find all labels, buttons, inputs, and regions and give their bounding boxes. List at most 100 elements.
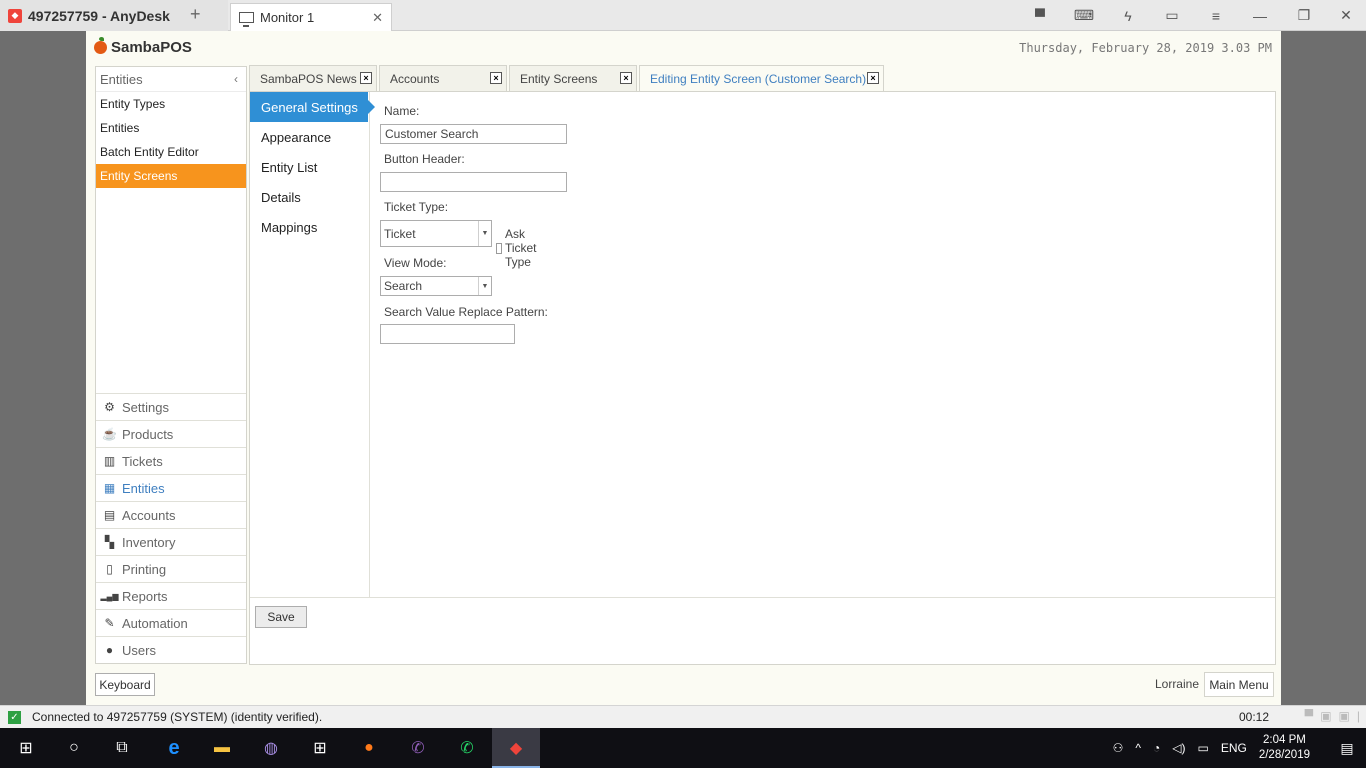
new-tab-button[interactable]: + xyxy=(190,4,201,25)
close-icon[interactable]: × xyxy=(867,72,879,84)
tab-sambapos-news[interactable]: SambaPOS News × xyxy=(249,65,377,91)
anydesk-session-label: 497257759 - AnyDesk xyxy=(28,7,170,24)
system-tray: ⚇ ^ ◔ ◁) ▭ ENG 2:04 PM 2/28/2019 ▤ xyxy=(1113,728,1366,768)
nav-tickets[interactable]: ▥ Tickets xyxy=(96,447,246,474)
brand: SambaPOS xyxy=(94,37,192,56)
clock-time: 2:04 PM xyxy=(1263,734,1306,746)
save-button[interactable]: Save xyxy=(255,606,307,628)
tab-label: SambaPOS News xyxy=(260,71,357,86)
nav-settings[interactable]: ⚙ Settings xyxy=(96,393,246,420)
close-icon[interactable]: × xyxy=(620,72,632,84)
section-mappings[interactable]: Mappings xyxy=(250,212,369,242)
ticket-type-value: Ticket xyxy=(384,226,416,241)
lock-icon[interactable]: ▣ xyxy=(1339,709,1350,723)
close-window-button[interactable]: ✕ xyxy=(1326,0,1366,31)
chevron-up-icon[interactable]: ^ xyxy=(1135,741,1141,755)
monitor-tab[interactable]: Monitor 1 ✕ xyxy=(230,3,392,31)
close-tab-icon[interactable]: ✕ xyxy=(372,10,383,26)
section-general-settings[interactable]: General Settings xyxy=(250,92,375,122)
calculator-icon: ▤ xyxy=(103,508,116,522)
close-icon[interactable]: × xyxy=(490,72,502,84)
sidebar-item-entities[interactable]: Entities xyxy=(96,116,246,140)
section-label: Mappings xyxy=(261,219,318,235)
display-icon[interactable]: ▭ xyxy=(1150,0,1194,31)
nav-inventory[interactable]: ▚ Inventory xyxy=(96,528,246,555)
section-appearance[interactable]: Appearance xyxy=(250,122,369,152)
maximize-button[interactable]: ❐ xyxy=(1282,0,1326,31)
button-header-field[interactable] xyxy=(380,172,567,192)
nav-reports[interactable]: ▂▄▆ Reports xyxy=(96,582,246,609)
sidebar-title: Entities xyxy=(100,71,143,87)
nav-products[interactable]: ☕ Products xyxy=(96,420,246,447)
wifi-icon[interactable]: ◔ xyxy=(1153,741,1160,755)
ticket-type-select[interactable]: Ticket ▼ xyxy=(380,220,492,247)
store-icon[interactable]: ⊞ xyxy=(296,728,344,768)
tor-browser-icon[interactable]: ◍ xyxy=(247,728,295,768)
view-mode-select[interactable]: Search ▼ xyxy=(380,276,492,296)
main-nav: ⚙ Settings ☕ Products ▥ Tickets ▦ Entiti… xyxy=(96,393,246,663)
task-view-icon[interactable]: ⧉ xyxy=(98,728,146,768)
pencil-icon: ✎ xyxy=(104,616,115,630)
nav-printing[interactable]: ▯ Printing xyxy=(96,555,246,582)
tab-accounts[interactable]: Accounts × xyxy=(379,65,507,91)
firefox-icon[interactable]: ● xyxy=(345,728,393,768)
tickets-icon: ▥ xyxy=(103,454,116,468)
volume-icon[interactable]: ◁) xyxy=(1172,741,1185,755)
tab-label: Editing Entity Screen (Customer Search) xyxy=(650,72,867,86)
clock[interactable]: 2:04 PM 2/28/2019 xyxy=(1259,733,1310,763)
section-entity-list[interactable]: Entity List xyxy=(250,152,369,182)
sidebar-item-entity-types[interactable]: Entity Types xyxy=(96,92,246,116)
language-indicator[interactable]: ENG xyxy=(1221,741,1247,755)
tab-entity-screens[interactable]: Entity Screens × xyxy=(509,65,637,91)
section-details[interactable]: Details xyxy=(250,182,369,212)
nav-users[interactable]: ● Users xyxy=(96,636,246,663)
chevron-down-icon: ▼ xyxy=(478,277,491,295)
brand-name: SambaPOS xyxy=(111,39,192,56)
monitor-icon xyxy=(239,12,254,27)
viber-icon[interactable]: ✆ xyxy=(394,728,442,768)
battery-icon[interactable]: ▭ xyxy=(1197,741,1208,755)
nav-entities[interactable]: ▦ Entities xyxy=(96,474,246,501)
file-explorer-icon[interactable]: ▬ xyxy=(198,728,246,768)
actions-icon[interactable]: ϟ xyxy=(1106,0,1150,31)
status-icons: ▀ ▣ ▣ | xyxy=(1305,709,1360,723)
people-icon[interactable]: ⚇ xyxy=(1113,741,1124,755)
lock-icon[interactable]: ▣ xyxy=(1320,709,1331,723)
collapse-icon[interactable]: ‹ xyxy=(234,72,238,86)
nav-label: Automation xyxy=(122,615,188,631)
menu-icon[interactable]: ≡ xyxy=(1194,0,1238,31)
nav-label: Printing xyxy=(122,561,167,577)
anydesk-taskbar-icon[interactable]: ◆ xyxy=(492,728,540,768)
search-icon[interactable]: ○ xyxy=(50,728,98,768)
search-pattern-field[interactable] xyxy=(380,324,515,344)
remote-desktop: SambaPOS Thursday, February 28, 2019 3.0… xyxy=(0,31,1366,705)
tab-editing-entity-screen[interactable]: Editing Entity Screen (Customer Search) … xyxy=(639,65,884,92)
nav-accounts[interactable]: ▤ Accounts xyxy=(96,501,246,528)
anydesk-toolbar: ▀ ⌨ ϟ ▭ ≡ — ❐ ✕ xyxy=(1018,0,1366,31)
header-datetime: Thursday, February 28, 2019 3.03 PM xyxy=(1019,41,1272,55)
chat-icon[interactable]: ▀ xyxy=(1018,0,1062,31)
ask-ticket-type-checkbox[interactable]: Ask Ticket Type xyxy=(496,227,542,269)
clock-date: 2/28/2019 xyxy=(1258,749,1310,761)
notification-icon[interactable]: ▤ xyxy=(1328,740,1366,757)
minimize-button[interactable]: — xyxy=(1238,0,1282,31)
sidebar-item-label: Entities xyxy=(100,121,140,135)
chat-icon[interactable]: ▀ xyxy=(1305,709,1314,723)
keyboard-icon[interactable]: ⌨ xyxy=(1062,0,1106,31)
sidebar-item-entity-screens[interactable]: Entity Screens xyxy=(96,164,246,188)
nav-automation[interactable]: ✎ Automation xyxy=(96,609,246,636)
entities-icon: ▦ xyxy=(103,481,116,495)
close-icon[interactable]: × xyxy=(360,72,372,84)
whatsapp-icon[interactable]: ✆ xyxy=(443,728,491,768)
sidebar-header: Entities ‹ xyxy=(96,67,246,92)
start-icon[interactable]: ⊞ xyxy=(2,728,50,768)
name-field[interactable] xyxy=(380,124,567,144)
editor-section-nav: General Settings Appearance Entity List … xyxy=(250,92,375,597)
anydesk-titlebar: ◆ 497257759 - AnyDesk + Monitor 1 ✕ ▀ ⌨ … xyxy=(0,0,1366,31)
sidebar-item-batch-entity-editor[interactable]: Batch Entity Editor xyxy=(96,140,246,164)
nav-label: Tickets xyxy=(122,453,163,469)
keyboard-button[interactable]: Keyboard xyxy=(95,673,155,696)
main-menu-button[interactable]: Main Menu xyxy=(1204,672,1274,697)
edge-icon[interactable]: e xyxy=(150,728,198,768)
checkbox-box xyxy=(496,242,502,254)
